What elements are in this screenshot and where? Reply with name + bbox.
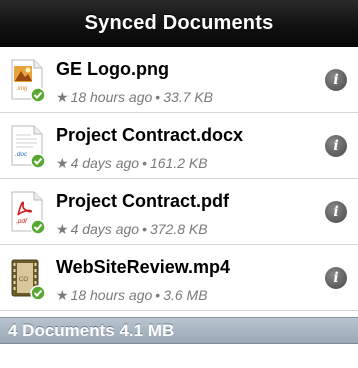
star-icon: ★ [56, 155, 69, 171]
svg-text:.doc: .doc [15, 151, 28, 158]
document-meta: ★ 4 days ago • 161.2 KB [56, 155, 208, 171]
image-file-icon: .img [11, 59, 46, 103]
svg-text:CO: CO [19, 277, 28, 283]
star-icon: ★ [56, 221, 69, 237]
star-icon: ★ [56, 287, 69, 303]
page-title: Synced Documents [84, 12, 274, 34]
navigation-bar: Synced Documents [0, 0, 358, 47]
document-row[interactable]: .img GE Logo.png ★ 18 hours ago • 33.7 KB i [0, 47, 358, 113]
word-document-icon: .doc [11, 125, 46, 169]
pdf-file-icon: .pdf [11, 191, 46, 235]
document-meta: ★ 18 hours ago • 33.7 KB [56, 89, 214, 105]
info-button[interactable]: i [325, 267, 347, 289]
document-name: Project Contract.docx [56, 125, 244, 145]
info-button[interactable]: i [325, 135, 347, 157]
document-row[interactable]: CO WebSiteReview.mp4 ★ 18 hours ago • 3.6 M… [0, 245, 358, 311]
document-meta: ★ 4 days ago • 372.8 KB [56, 221, 208, 237]
background [0, 344, 358, 368]
video-file-icon: CO [11, 259, 46, 301]
document-row[interactable]: .pdf Project Contract.pdf ★ 4 days ago • 37… [0, 179, 358, 245]
document-list: .img GE Logo.png ★ 18 hours ago • 33.7 KB i… [0, 47, 358, 311]
document-name: GE Logo.png [56, 59, 169, 79]
svg-text:.img: .img [16, 86, 28, 92]
info-button[interactable]: i [325, 69, 347, 91]
summary-bar: 4 Documents 4.1 MB [0, 317, 358, 344]
document-row[interactable]: .doc Project Contract.docx ★ 4 days ago • 1… [0, 113, 358, 179]
document-meta: ★ 18 hours ago • 3.6 MB [56, 287, 208, 303]
documents-summary: 4 Documents 4.1 MB [8, 320, 175, 340]
info-button[interactable]: i [325, 201, 347, 223]
svg-text:.pdf: .pdf [16, 218, 28, 225]
star-icon: ★ [56, 89, 69, 105]
document-name: Project Contract.pdf [56, 191, 230, 211]
document-name: WebSiteReview.mp4 [56, 257, 231, 277]
